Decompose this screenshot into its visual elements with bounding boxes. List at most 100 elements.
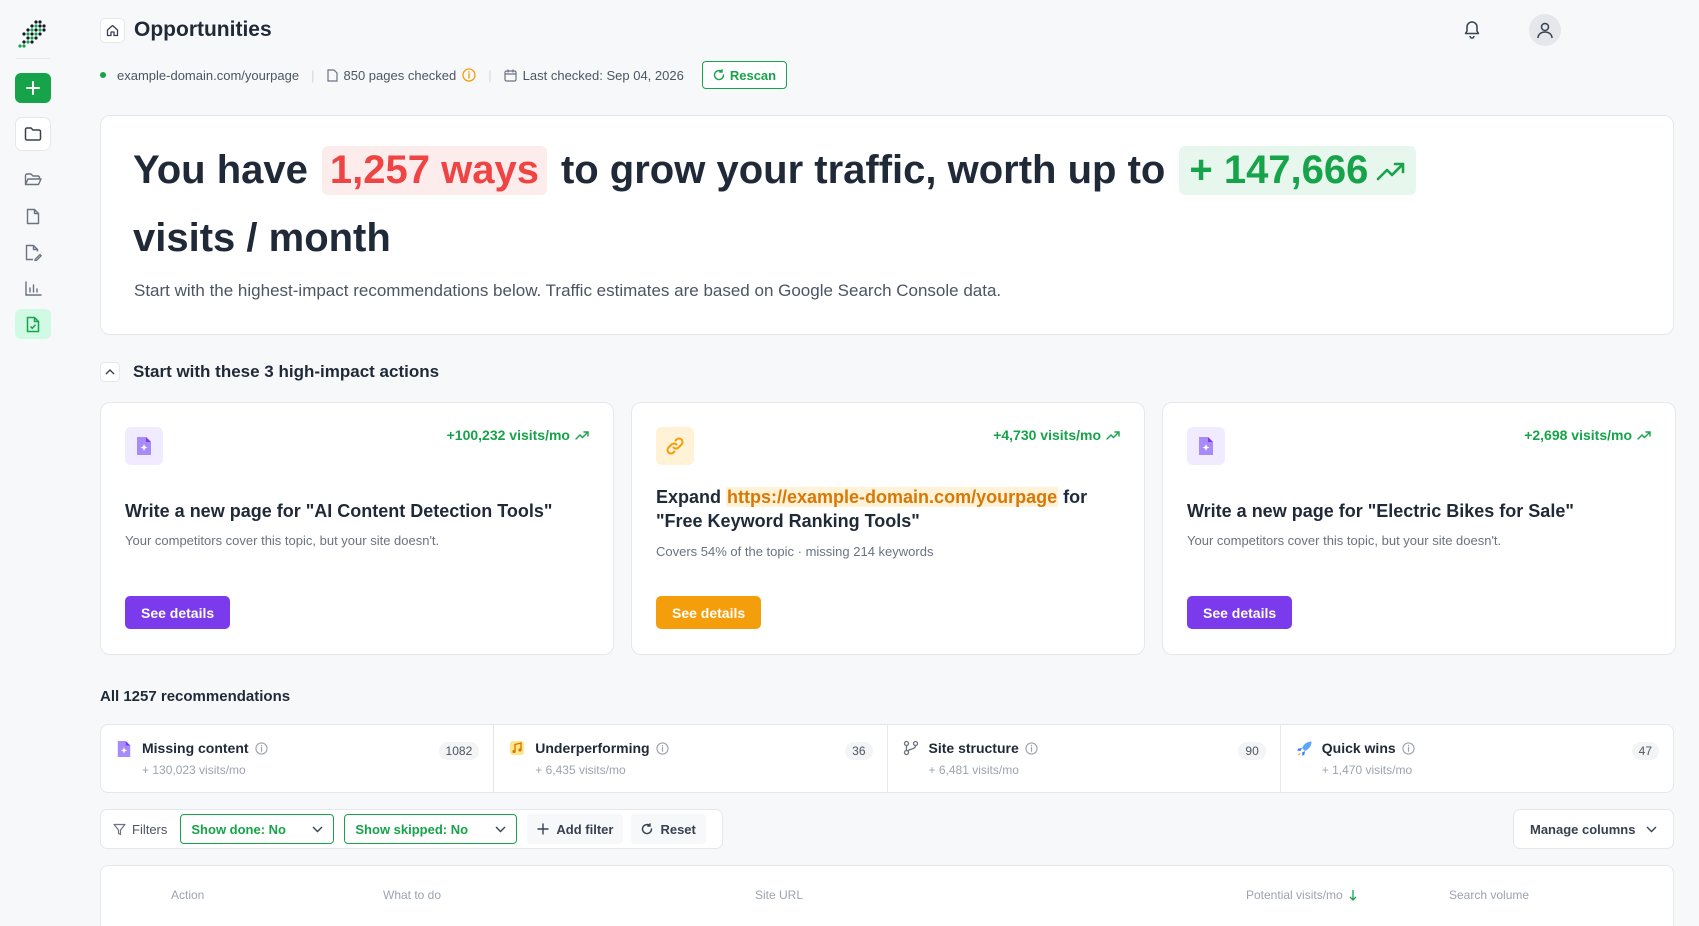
category-visits: + 1,470 visits/mo: [1321, 763, 1413, 777]
user-icon: [1537, 22, 1553, 39]
document-icon: [26, 208, 40, 224]
sidebar-item-opportunities[interactable]: [15, 309, 51, 339]
new-page-icon: [117, 741, 131, 757]
sidebar-item-editor[interactable]: [15, 237, 51, 267]
category-name: Site structure: [929, 740, 1038, 756]
category-count: 36: [845, 742, 873, 760]
category-name: Quick wins: [1322, 740, 1415, 756]
info-icon[interactable]: [462, 68, 476, 82]
show-skipped-select[interactable]: Show skipped: No: [344, 814, 518, 844]
folder-icon: [24, 127, 42, 141]
new-page-icon: [1187, 427, 1225, 465]
action-title: Write a new page for "AI Content Detecti…: [125, 501, 553, 521]
category-name: Missing content: [142, 740, 268, 756]
sidebar-item-analytics[interactable]: [15, 273, 51, 303]
visits-gain: +100,232 visits/mo: [447, 427, 589, 443]
reset-label: Reset: [660, 821, 696, 837]
action-title-url[interactable]: https://example-domain.com/yourpage: [726, 487, 1059, 507]
visits-gain: +4,730 visits/mo: [993, 427, 1120, 443]
column-header-potential-visits[interactable]: Potential visits/mo: [1246, 888, 1358, 902]
last-checked: Last checked: Sep 04, 2026: [522, 67, 684, 83]
action-card: +4,730 visits/mo Expand https://example-…: [631, 402, 1145, 655]
bell-icon[interactable]: [1463, 19, 1481, 39]
document-edit-icon: [25, 244, 42, 261]
info-icon[interactable]: [655, 741, 669, 755]
projects-button[interactable]: [15, 117, 51, 151]
status-dot: [100, 72, 106, 78]
new-project-button[interactable]: [15, 73, 51, 103]
category-name: Underperforming: [535, 740, 669, 756]
category-visits: + 6,481 visits/mo: [928, 763, 1019, 777]
actions-section-header[interactable]: Start with these 3 high-impact actions: [100, 362, 439, 382]
hero-suffix: visits / month: [133, 216, 391, 260]
add-filter-button[interactable]: Add filter: [527, 814, 624, 844]
category-underperforming[interactable]: Underperforming + 6,435 visits/mo 36: [494, 725, 888, 792]
category-count: 47: [1631, 742, 1659, 760]
sidebar-item-pages[interactable]: [15, 201, 51, 231]
refresh-icon: [642, 823, 653, 835]
column-header-label: Potential visits/mo: [1246, 888, 1343, 902]
link-icon: [656, 427, 694, 465]
folder-open-icon: [24, 173, 42, 186]
category-quick-wins[interactable]: Quick wins + 1,470 visits/mo 47: [1281, 725, 1673, 792]
column-header-site-url[interactable]: Site URL: [755, 888, 803, 902]
avatar[interactable]: [1529, 14, 1561, 46]
chevron-down-icon: [1646, 826, 1657, 832]
visits-gain: +2,698 visits/mo: [1524, 427, 1651, 443]
reset-button[interactable]: Reset: [631, 814, 706, 844]
column-header-action[interactable]: Action: [171, 888, 204, 902]
category-label: Missing content: [142, 740, 249, 756]
category-site-structure[interactable]: Site structure + 6,481 visits/mo 90: [888, 725, 1281, 792]
action-title-prefix: Expand: [656, 487, 722, 507]
chevron-down-icon: [312, 826, 323, 832]
action-description: Your competitors cover this topic, but y…: [125, 533, 440, 548]
category-missing-content[interactable]: Missing content + 130,023 visits/mo 1082: [101, 725, 495, 792]
pages-checked: 850 pages checked: [343, 67, 457, 83]
action-card: +2,698 visits/mo Write a new page for "E…: [1162, 402, 1676, 655]
category-visits: + 130,023 visits/mo: [142, 763, 246, 777]
hero-headline: You have 1,257 ways to grow your traffic…: [133, 146, 1417, 195]
hero-summary-card: You have 1,257 ways to grow your traffic…: [100, 115, 1674, 335]
see-details-button[interactable]: See details: [656, 596, 762, 629]
document-check-icon: [26, 316, 40, 332]
info-icon[interactable]: [1025, 741, 1038, 755]
manage-columns-button[interactable]: Manage columns: [1513, 809, 1674, 849]
trend-up-icon: [1637, 431, 1651, 440]
trend-up-icon: [575, 431, 589, 440]
column-header-search-volume[interactable]: Search volume: [1449, 888, 1529, 902]
plus-icon: [26, 81, 40, 95]
filters-label: Filters: [113, 822, 167, 837]
show-done-value: Show done: No: [191, 821, 286, 837]
actions-heading: Start with these 3 high-impact actions: [133, 362, 440, 381]
chevron-up-icon: [105, 369, 115, 375]
visits-gain-label: +2,698 visits/mo: [1524, 427, 1632, 443]
info-icon[interactable]: [254, 741, 268, 755]
add-filter-label: Add filter: [556, 821, 614, 837]
action-title: Expand https://example-domain.com/yourpa…: [656, 485, 1120, 533]
sidebar-item-folders[interactable]: [15, 165, 51, 195]
see-details-button[interactable]: See details: [1187, 596, 1293, 629]
category-count: 90: [1238, 742, 1266, 760]
refresh-icon: [713, 69, 725, 81]
ways-highlight: 1,257 ways: [321, 146, 547, 195]
logo-icon[interactable]: [18, 18, 48, 48]
sidebar: [0, 0, 66, 926]
see-details-button[interactable]: See details: [125, 596, 231, 629]
site-domain: example-domain.com/yourpage: [117, 67, 300, 83]
hero-middle: to grow your traffic, worth up to: [560, 148, 1166, 192]
column-header-what-to-do[interactable]: What to do: [383, 888, 441, 902]
git-branch-icon: [903, 740, 918, 756]
separator: |: [488, 67, 492, 83]
rescan-label: Rescan: [729, 67, 777, 83]
rescan-button[interactable]: Rescan: [701, 61, 788, 89]
home-icon: [106, 24, 119, 36]
collapse-toggle[interactable]: [100, 362, 120, 382]
show-done-select[interactable]: Show done: No: [180, 814, 335, 844]
info-icon[interactable]: [1402, 741, 1415, 755]
category-count: 1082: [438, 742, 480, 760]
page-title: Opportunities: [134, 18, 272, 41]
hero-prefix: You have: [133, 148, 308, 192]
sort-icon[interactable]: [1348, 889, 1358, 901]
site-meta-row: example-domain.com/yourpage | 850 pages …: [100, 61, 788, 89]
home-button[interactable]: [100, 17, 125, 43]
